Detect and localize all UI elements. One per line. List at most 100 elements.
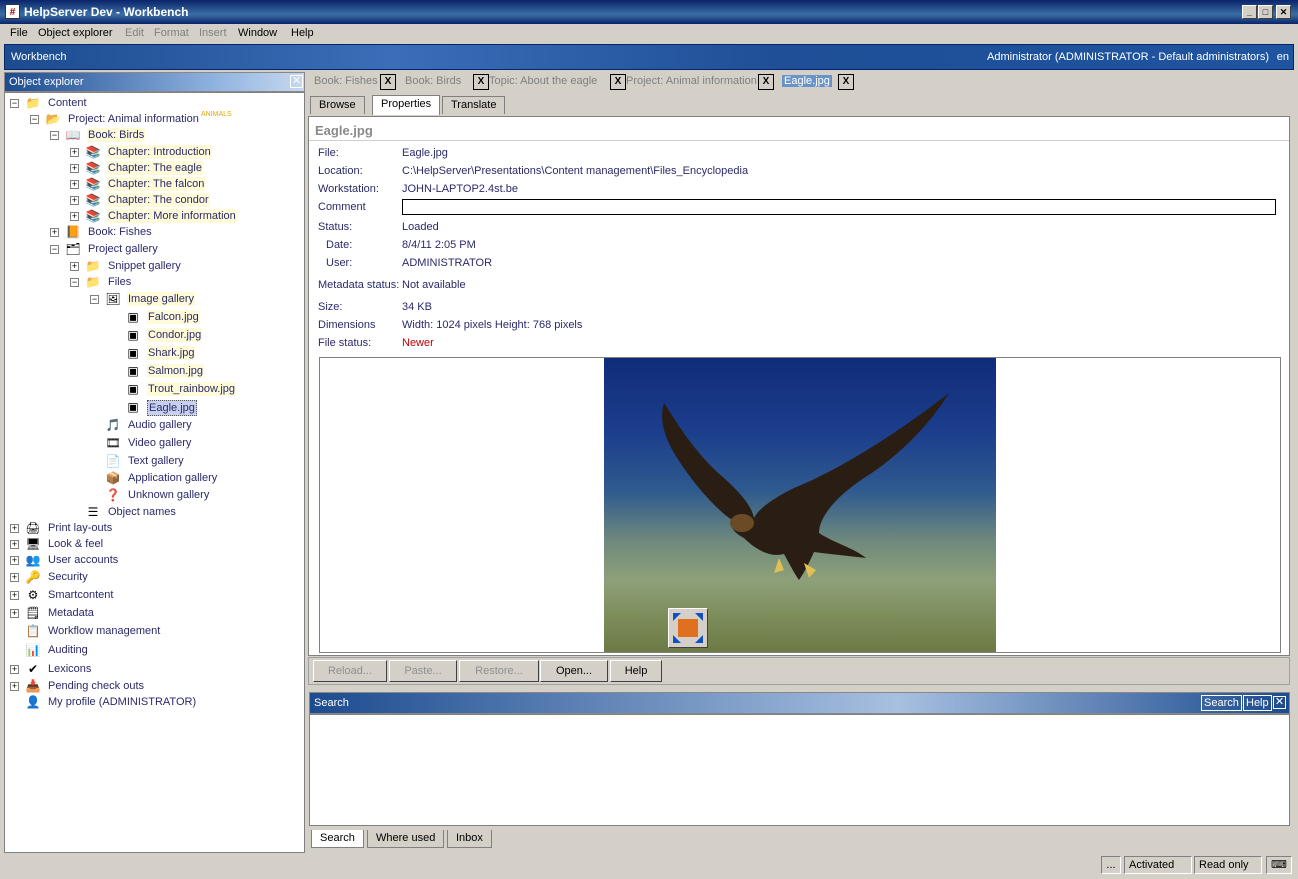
paste-button[interactable]: Paste...: [389, 660, 457, 682]
expand-toggle-icon[interactable]: +: [70, 180, 79, 189]
expand-toggle-icon[interactable]: +: [70, 196, 79, 205]
menu-insert[interactable]: Insert: [199, 27, 227, 39]
fit-image-button[interactable]: [668, 608, 708, 648]
expand-toggle-icon[interactable]: +: [10, 524, 19, 533]
tree-node-label[interactable]: Audio gallery: [127, 418, 193, 432]
tree-node-label[interactable]: Application gallery: [127, 471, 218, 485]
expand-toggle-icon[interactable]: +: [10, 665, 19, 674]
language-indicator[interactable]: en: [1277, 51, 1289, 63]
tree-node-label[interactable]: Snippet gallery: [107, 259, 182, 273]
expand-toggle-icon[interactable]: +: [70, 212, 79, 221]
expand-toggle-icon[interactable]: +: [10, 540, 19, 549]
tree-node-label[interactable]: Chapter: Introduction: [107, 145, 212, 159]
collapse-toggle-icon[interactable]: −: [90, 295, 99, 304]
expand-toggle-icon[interactable]: +: [10, 573, 19, 582]
tree-node-label[interactable]: Object names: [107, 505, 177, 519]
collapse-toggle-icon[interactable]: −: [50, 245, 59, 254]
tree-node-label[interactable]: My profile (ADMINISTRATOR): [47, 695, 197, 709]
expand-toggle-icon[interactable]: +: [70, 148, 79, 157]
tree-node-label[interactable]: Image gallery: [127, 292, 196, 306]
collapse-toggle-icon[interactable]: −: [10, 99, 19, 108]
close-tab-icon[interactable]: X: [473, 74, 489, 90]
close-search-button[interactable]: ✕: [1273, 696, 1286, 709]
menu-object-explorer[interactable]: Object explorer: [38, 27, 113, 39]
search-results-area[interactable]: [309, 714, 1290, 826]
tree-node-label[interactable]: Falcon.jpg: [147, 310, 200, 324]
expand-toggle-icon[interactable]: +: [70, 262, 79, 271]
expand-toggle-icon[interactable]: +: [10, 609, 19, 618]
tree-node-label[interactable]: Smartcontent: [47, 588, 114, 602]
tree-node-label[interactable]: Project gallery: [87, 242, 159, 256]
tab-search[interactable]: Search: [311, 830, 364, 848]
status-more-button[interactable]: ...: [1101, 856, 1121, 874]
tab-inbox[interactable]: Inbox: [447, 830, 492, 848]
tree-node-label[interactable]: Video gallery: [127, 436, 192, 450]
document-tab[interactable]: Book: Birds: [405, 75, 461, 87]
close-explorer-button[interactable]: ✕: [290, 75, 303, 88]
close-tab-icon[interactable]: X: [380, 74, 396, 90]
search-help-button[interactable]: Help: [1243, 695, 1272, 711]
menu-help[interactable]: Help: [291, 27, 314, 39]
tree-node-label[interactable]: Project: Animal information: [67, 112, 200, 126]
tab-where-used[interactable]: Where used: [367, 830, 445, 848]
open-button[interactable]: Open...: [540, 660, 608, 682]
tab-properties[interactable]: Properties: [372, 95, 441, 115]
object-explorer-tree[interactable]: − 📁 Content − 📂 Project: Animal information AN…: [4, 92, 305, 853]
keyboard-icon[interactable]: ⌨: [1266, 856, 1292, 874]
minimize-button[interactable]: _: [1242, 5, 1257, 19]
tree-node-label[interactable]: Chapter: The condor: [107, 193, 210, 207]
tree-node-label[interactable]: Shark.jpg: [147, 346, 196, 360]
tree-node-label[interactable]: Workflow management: [47, 624, 161, 638]
collapse-toggle-icon[interactable]: −: [50, 131, 59, 140]
tree-node-label[interactable]: Salmon.jpg: [147, 364, 205, 378]
tree-node-label[interactable]: Chapter: The eagle: [107, 161, 203, 175]
menu-edit[interactable]: Edit: [125, 27, 144, 39]
collapse-toggle-icon[interactable]: −: [70, 278, 79, 287]
tree-node-label[interactable]: Look & feel: [47, 537, 104, 551]
tab-browse[interactable]: Browse: [310, 96, 365, 114]
document-tab[interactable]: Eagle.jpg: [782, 75, 832, 87]
tree-node-label[interactable]: Chapter: The falcon: [107, 177, 206, 191]
expand-toggle-icon[interactable]: +: [10, 591, 19, 600]
close-tab-icon[interactable]: X: [610, 74, 626, 90]
tree-node-label[interactable]: Condor.jpg: [147, 328, 203, 342]
search-run-button[interactable]: Search: [1201, 695, 1242, 711]
menu-format[interactable]: Format: [154, 27, 189, 39]
expand-toggle-icon[interactable]: +: [10, 682, 19, 691]
close-window-button[interactable]: ✕: [1276, 5, 1291, 19]
expand-toggle-icon[interactable]: +: [70, 164, 79, 173]
document-tab[interactable]: Book: Fishes: [314, 75, 378, 87]
tree-node-label[interactable]: Trout_rainbow.jpg: [147, 382, 237, 396]
app-icon[interactable]: #: [5, 4, 20, 19]
tree-node-label[interactable]: Unknown gallery: [127, 488, 210, 502]
maximize-button[interactable]: □: [1258, 5, 1273, 19]
close-tab-icon[interactable]: X: [838, 74, 854, 90]
tree-node-label[interactable]: Print lay-outs: [47, 521, 113, 535]
tree-node-label[interactable]: Auditing: [47, 643, 89, 657]
tree-node-label[interactable]: Lexicons: [47, 662, 92, 676]
collapse-toggle-icon[interactable]: −: [30, 115, 39, 124]
tree-node-label[interactable]: Metadata: [47, 606, 95, 620]
tree-node-label[interactable]: Files: [107, 275, 132, 289]
tab-translate[interactable]: Translate: [442, 96, 506, 114]
reload-button[interactable]: Reload...: [313, 660, 387, 682]
comment-input[interactable]: [402, 199, 1276, 215]
help-button[interactable]: Help: [610, 660, 662, 682]
tree-node-label[interactable]: Book: Fishes: [87, 225, 153, 239]
tree-node-label[interactable]: Security: [47, 570, 89, 584]
document-tab[interactable]: Project: Animal information: [626, 75, 757, 87]
restore-button[interactable]: Restore...: [459, 660, 539, 682]
tree-node-label[interactable]: Chapter: More information: [107, 209, 237, 223]
tree-node-label[interactable]: Eagle.jpg: [147, 400, 197, 416]
tree-node-label[interactable]: Book: Birds: [87, 128, 146, 142]
close-tab-icon[interactable]: X: [758, 74, 774, 90]
document-tab[interactable]: Topic: About the eagle: [489, 75, 597, 87]
menu-window[interactable]: Window: [238, 27, 277, 39]
expand-toggle-icon[interactable]: +: [10, 556, 19, 565]
tree-node-label[interactable]: Text gallery: [127, 454, 185, 468]
expand-toggle-icon[interactable]: +: [50, 228, 59, 237]
tree-node-label[interactable]: Pending check outs: [47, 679, 145, 693]
menu-file[interactable]: File: [10, 27, 28, 39]
tree-node-label[interactable]: User accounts: [47, 553, 119, 567]
tree-node-label[interactable]: Content: [47, 96, 88, 110]
